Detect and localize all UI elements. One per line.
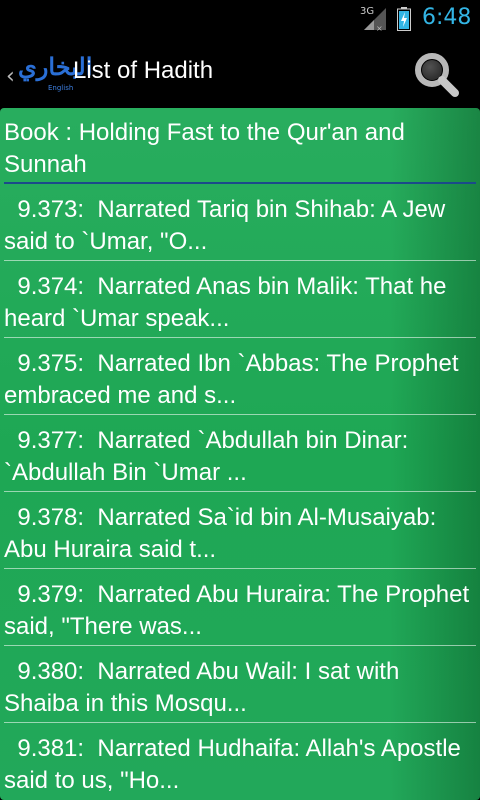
list-item[interactable]: 9.373: Narrated Tariq bin Shihab: A Jew … xyxy=(0,184,480,261)
list-item[interactable]: 9.377: Narrated `Abdullah bin Dinar: `Ab… xyxy=(0,415,480,492)
status-bar: 3G × 6:48 xyxy=(0,0,480,38)
hadith-summary: 9.377: Narrated `Abdullah bin Dinar: `Ab… xyxy=(4,427,415,486)
svg-text:×: × xyxy=(376,24,383,32)
book-title: Book : Holding Fast to the Qur'an and Su… xyxy=(4,119,405,178)
hadith-summary: 9.375: Narrated Ibn `Abbas: The Prophet … xyxy=(4,350,466,409)
battery-charging-icon xyxy=(397,7,411,31)
clock: 6:48 xyxy=(422,5,472,30)
hadith-summary: 9.373: Narrated Tariq bin Shihab: A Jew … xyxy=(4,196,452,255)
book-header: Book : Holding Fast to the Qur'an and Su… xyxy=(0,108,480,184)
list-item[interactable]: 9.375: Narrated Ibn `Abbas: The Prophet … xyxy=(0,338,480,415)
chevron-left-icon: ‹ xyxy=(6,64,15,89)
action-bar: ‹ البخاري English List of Hadith xyxy=(0,38,480,108)
logo-english-text: English xyxy=(48,84,74,92)
app-logo: البخاري English xyxy=(18,52,93,96)
hadith-summary: 9.378: Narrated Sa`id bin Al-Musaiyab: A… xyxy=(4,504,442,563)
signal-strength-icon: × xyxy=(364,8,386,32)
hadith-summary: 9.380: Narrated Abu Wail: I sat with Sha… xyxy=(4,658,406,717)
hadith-summary: 9.379: Narrated Abu Huraira: The Prophet… xyxy=(4,581,476,640)
list-item[interactable]: 9.379: Narrated Abu Huraira: The Prophet… xyxy=(0,569,480,646)
list-item[interactable]: 9.381: Narrated Hudhaifa: Allah's Apostl… xyxy=(0,723,480,800)
list-item[interactable]: 9.378: Narrated Sa`id bin Al-Musaiyab: A… xyxy=(0,492,480,569)
list-item[interactable]: 9.374: Narrated Anas bin Malik: That he … xyxy=(0,261,480,338)
hadith-summary: 9.381: Narrated Hudhaifa: Allah's Apostl… xyxy=(4,735,468,794)
screen-title: List of Hadith xyxy=(73,57,214,84)
logo-arabic-text: البخاري xyxy=(18,52,93,81)
up-navigation-button[interactable]: ‹ البخاري English xyxy=(4,52,92,96)
list-item[interactable]: 9.380: Narrated Abu Wail: I sat with Sha… xyxy=(0,646,480,723)
search-icon[interactable] xyxy=(410,50,462,98)
hadith-summary: 9.374: Narrated Anas bin Malik: That he … xyxy=(4,273,454,332)
hadith-list[interactable]: Book : Holding Fast to the Qur'an and Su… xyxy=(0,108,480,800)
